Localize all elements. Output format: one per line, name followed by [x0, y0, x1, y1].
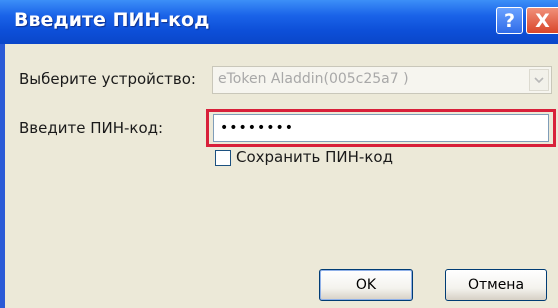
question-mark-icon: ?: [503, 9, 516, 32]
dialog-body: Выберите устройство: eToken Aladdin(005c…: [5, 44, 558, 308]
dialog-title: Введите ПИН-код: [14, 9, 210, 31]
device-label: Выберите устройство:: [19, 70, 196, 88]
cancel-button[interactable]: Отмена: [445, 269, 547, 301]
chevron-down-icon[interactable]: [529, 69, 549, 91]
save-pin-label[interactable]: Сохранить ПИН-код: [236, 148, 393, 166]
save-pin-checkbox[interactable]: [215, 150, 231, 166]
device-select-value: eToken Aladdin(005c25a7 ): [218, 71, 409, 87]
help-button[interactable]: ?: [496, 7, 523, 34]
close-button[interactable]: X: [526, 7, 558, 34]
pin-dialog: Введите ПИН-код ? X Выберите устройство:…: [0, 0, 558, 308]
title-bar[interactable]: Введите ПИН-код ? X: [0, 0, 558, 44]
pin-input[interactable]: [213, 114, 549, 142]
close-icon: X: [535, 9, 550, 32]
device-select[interactable]: eToken Aladdin(005c25a7 ): [212, 66, 552, 94]
pin-label: Введите ПИН-код:: [19, 119, 164, 137]
ok-button[interactable]: OK: [319, 269, 413, 301]
